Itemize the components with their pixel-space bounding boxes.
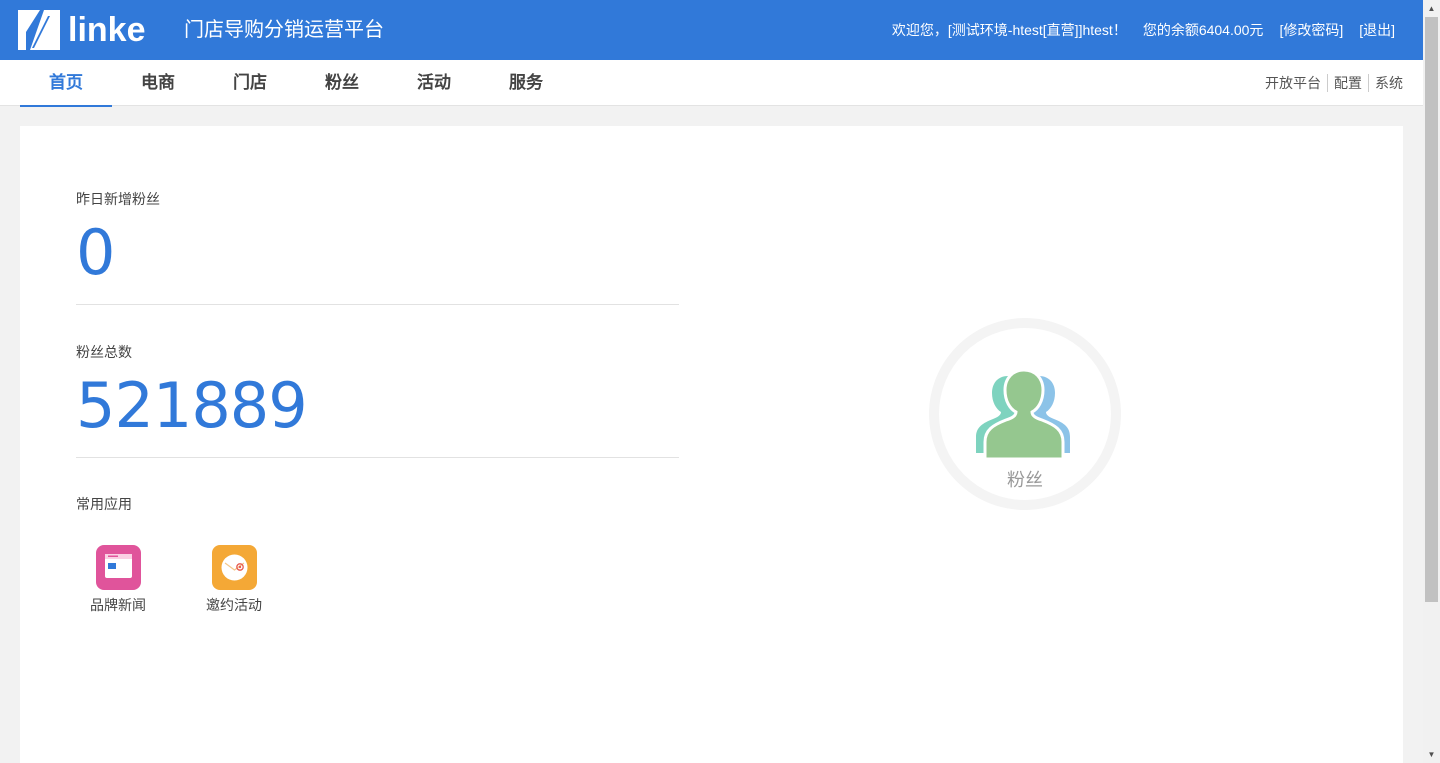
yesterday-new-fans-value: 0 — [76, 216, 115, 289]
logout-link[interactable]: [退出] — [1359, 20, 1395, 40]
user-area: 欢迎您，[测试环境-htest[直营]]htest！ 您的余额6404.00元 … — [892, 20, 1395, 40]
scroll-thumb[interactable] — [1425, 17, 1438, 602]
news-icon — [95, 545, 141, 590]
dashboard-card: 昨日新增粉丝 0 粉丝总数 521889 常用应用 品牌新闻 邀约活动 粉丝 — [20, 126, 1403, 763]
tab-stores[interactable]: 门店 — [204, 60, 296, 106]
divider — [76, 304, 679, 305]
welcome-text: 欢迎您，[测试环境-htest[直营]]htest！ — [891, 22, 1127, 38]
yesterday-new-fans-stat: 昨日新增粉丝 0 — [76, 190, 679, 305]
app-label: 品牌新闻 — [90, 597, 146, 613]
scroll-up-arrow-icon[interactable]: ▲ — [1423, 0, 1440, 17]
config-link[interactable]: 配置 — [1327, 74, 1368, 92]
scroll-down-arrow-icon[interactable]: ▼ — [1423, 746, 1440, 763]
balance-text: 您的余额6404.00元 — [1142, 22, 1264, 38]
system-link[interactable]: 系统 — [1368, 74, 1403, 92]
fans-widget-circle: 粉丝 — [939, 328, 1111, 500]
tab-activities[interactable]: 活动 — [388, 60, 480, 106]
fans-widget[interactable]: 粉丝 — [929, 318, 1121, 510]
nav-right-links: 开放平台 配置 系统 — [1259, 74, 1403, 92]
vertical-scrollbar[interactable]: ▲ ▼ — [1423, 0, 1440, 763]
total-fans-value: 521889 — [76, 369, 308, 442]
logo-text: linke — [68, 11, 146, 49]
total-fans-stat: 粉丝总数 521889 — [76, 343, 679, 458]
top-header: linke 门店导购分销运营平台 欢迎您，[测试环境-htest[直营]]hte… — [0, 0, 1423, 60]
nav-tabs: 首页 电商 门店 粉丝 活动 服务 — [20, 60, 572, 107]
change-password-link[interactable]: [修改密码] — [1279, 20, 1343, 40]
fans-widget-label: 粉丝 — [1007, 470, 1043, 490]
tab-services[interactable]: 服务 — [480, 60, 572, 106]
open-platform-link[interactable]: 开放平台 — [1259, 74, 1327, 92]
logo[interactable]: linke — [18, 9, 145, 51]
platform-title: 门店导购分销运营平台 — [184, 19, 384, 41]
tab-fans[interactable]: 粉丝 — [296, 60, 388, 106]
invite-icon — [211, 545, 257, 590]
common-apps-label: 常用应用 — [76, 496, 132, 512]
divider — [76, 457, 679, 458]
app-label: 邀约活动 — [206, 597, 262, 613]
logo-mark-icon — [18, 10, 60, 50]
tab-ecommerce[interactable]: 电商 — [112, 60, 204, 106]
tab-home[interactable]: 首页 — [20, 60, 112, 107]
app-brand-news[interactable]: 品牌新闻 — [78, 545, 158, 614]
app-invite-activity[interactable]: 邀约活动 — [194, 545, 274, 614]
total-fans-label: 粉丝总数 — [76, 344, 132, 360]
main-nav: 首页 电商 门店 粉丝 活动 服务 开放平台 配置 系统 — [0, 60, 1423, 107]
yesterday-new-fans-label: 昨日新增粉丝 — [76, 191, 160, 207]
